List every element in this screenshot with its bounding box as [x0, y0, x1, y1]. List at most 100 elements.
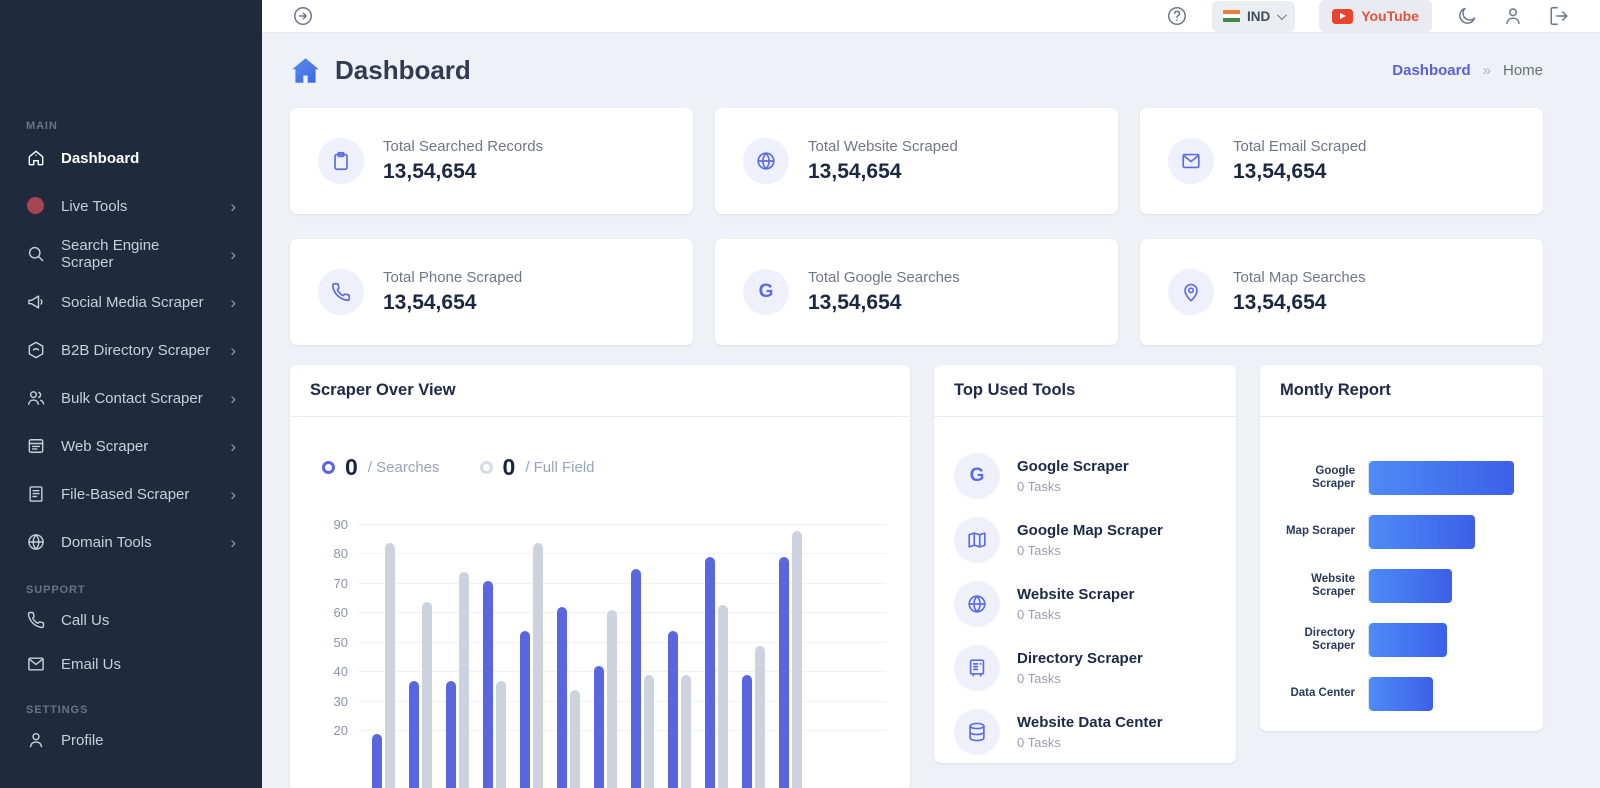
panels-row: Scraper Over View 0/ Searches0/ Full Fie… [290, 365, 1543, 788]
breadcrumb-current[interactable]: Dashboard [1392, 62, 1470, 79]
breadcrumb-parent[interactable]: Home [1503, 62, 1543, 79]
youtube-icon [1332, 9, 1353, 24]
sidebar-item-email-us[interactable]: Email Us [0, 642, 262, 686]
bar-full-field [607, 610, 617, 788]
stat-card-total-searched-records: Total Searched Records13,54,654 [290, 108, 693, 214]
sidebar-item-label: Live Tools [61, 198, 127, 215]
main-column: IND YouTube [262, 0, 1600, 788]
y-axis-tick-label: 20 [312, 723, 348, 738]
topbar: IND YouTube [262, 0, 1600, 33]
tool-item-google-map-scraper[interactable]: Google Map Scraper0 Tasks [954, 517, 1216, 563]
page-head: Dashboard Dashboard » Home [290, 55, 1543, 86]
sidebar-item-profile[interactable]: Profile [0, 718, 262, 762]
mail-icon [1168, 138, 1214, 184]
search-icon [26, 244, 46, 264]
monthly-panel-header: Montly Report [1260, 365, 1543, 417]
bar-group [742, 646, 765, 788]
stat-label: Total Searched Records [383, 138, 543, 155]
globe-icon [743, 138, 789, 184]
bar-searches [594, 666, 604, 788]
logout-icon[interactable] [1548, 5, 1570, 27]
sidebar-item-call-us[interactable]: Call Us [0, 598, 262, 642]
bar-full-field [459, 572, 469, 788]
phone-icon [26, 610, 46, 630]
person-icon [26, 730, 46, 750]
sidebar-item-label: Web Scraper [61, 438, 148, 455]
sidebar: MAINDashboardLive Tools›Search Engine Sc… [0, 0, 262, 788]
chart-legend: 0 / Searches 0/ Full Field [322, 451, 888, 483]
legend-count: 0 [503, 454, 516, 481]
monthly-category-label: Google Scraper [1272, 465, 1368, 491]
bar-searches [742, 675, 752, 788]
sidebar-item-label: Dashboard [61, 150, 139, 167]
tool-item-google-scraper[interactable]: GGoogle Scraper0 Tasks [954, 453, 1216, 499]
legend-dot-icon [480, 461, 493, 474]
language-selector[interactable]: IND [1212, 1, 1295, 32]
tool-item-website-data-center[interactable]: Website Data Center 0 Tasks [954, 709, 1216, 755]
user-icon[interactable] [1502, 5, 1524, 27]
legend-label: / Searches [368, 459, 440, 476]
stat-card-total-website-scraped: Total Website Scraped13,54,654 [715, 108, 1118, 214]
help-icon[interactable] [1166, 5, 1188, 27]
g-icon: G [743, 269, 789, 315]
sidebar-toggle-button[interactable] [292, 5, 314, 27]
stat-card-total-phone-scraped: Total Phone Scraped13,54,654 [290, 239, 693, 345]
y-axis-tick-label: 60 [312, 605, 348, 620]
g-icon: G [954, 453, 1000, 499]
legend-item[interactable]: 0/ Full Field [480, 454, 595, 481]
monthly-category-label: Data Center [1272, 687, 1368, 700]
mail-icon [26, 654, 46, 674]
legend-dot-icon [322, 461, 335, 474]
legend-count: 0 [345, 454, 358, 481]
chevron-right-icon: › [230, 246, 236, 263]
bar-group [409, 602, 432, 788]
youtube-label: YouTube [1361, 8, 1419, 24]
stats-grid: Total Searched Records13,54,654Total Web… [290, 108, 1543, 345]
language-label: IND [1247, 9, 1270, 24]
sidebar-item-b2b-directory-scraper[interactable]: B2B Directory Scraper› [0, 326, 262, 374]
dark-mode-toggle[interactable] [1456, 5, 1478, 27]
y-axis-tick-label: 50 [312, 635, 348, 650]
stat-label: Total Google Searches [808, 269, 960, 286]
tool-task-count: 0 Tasks [1017, 479, 1129, 494]
monthly-row: Google Scraper [1272, 461, 1525, 495]
monthly-panel-title: Montly Report [1280, 381, 1391, 399]
monthly-bar [1369, 515, 1475, 549]
legend-item[interactable]: 0 / Searches [322, 454, 440, 481]
tool-item-website-scraper[interactable]: Website Scraper0 Tasks [954, 581, 1216, 627]
scraper-overview-panel: Scraper Over View 0/ Searches0/ Full Fie… [290, 365, 910, 788]
stat-label: Total Map Searches [1233, 269, 1366, 286]
stat-value: 13,54,654 [1233, 291, 1366, 315]
sidebar-item-search-engine-scraper[interactable]: Search Engine Scraper› [0, 230, 262, 278]
youtube-button[interactable]: YouTube [1319, 0, 1432, 32]
monthly-category-label: Directory Scraper [1272, 627, 1368, 653]
bar-group [779, 531, 802, 788]
bar-group [483, 581, 506, 788]
y-axis-tick-label: 80 [312, 546, 348, 561]
sidebar-item-live-tools[interactable]: Live Tools› [0, 182, 262, 230]
tool-task-count: 0 Tasks [1017, 735, 1163, 750]
india-flag-icon [1223, 10, 1240, 22]
phone-icon [318, 269, 364, 315]
sidebar-item-label: Bulk Contact Scraper [61, 390, 203, 407]
tool-name: Website Data Center [1017, 714, 1163, 731]
sidebar-item-label: Call Us [61, 612, 109, 629]
breadcrumb: Dashboard » Home [1392, 62, 1543, 79]
sidebar-item-bulk-contact-scraper[interactable]: Bulk Contact Scraper› [0, 374, 262, 422]
bar-group [594, 610, 617, 788]
monthly-bar-area [1368, 623, 1525, 657]
tool-name: Website Scraper [1017, 586, 1134, 603]
bar-searches [779, 557, 789, 788]
sidebar-item-file-based-scraper[interactable]: File-Based Scraper› [0, 470, 262, 518]
tool-task-count: 0 Tasks [1017, 543, 1163, 558]
sidebar-item-dashboard[interactable]: Dashboard [0, 134, 262, 182]
sidebar-section-label: MAIN [0, 120, 262, 132]
sidebar-item-social-media-scraper[interactable]: Social Media Scraper› [0, 278, 262, 326]
monthly-bar-area [1368, 569, 1525, 603]
bar-groups [372, 525, 802, 788]
y-axis-tick-label: 30 [312, 694, 348, 709]
stat-card-total-google-searches: GTotal Google Searches13,54,654 [715, 239, 1118, 345]
tool-item-directory-scraper[interactable]: Directory Scraper0 Tasks [954, 645, 1216, 691]
sidebar-item-domain-tools[interactable]: Domain Tools› [0, 518, 262, 566]
sidebar-item-web-scraper[interactable]: Web Scraper› [0, 422, 262, 470]
